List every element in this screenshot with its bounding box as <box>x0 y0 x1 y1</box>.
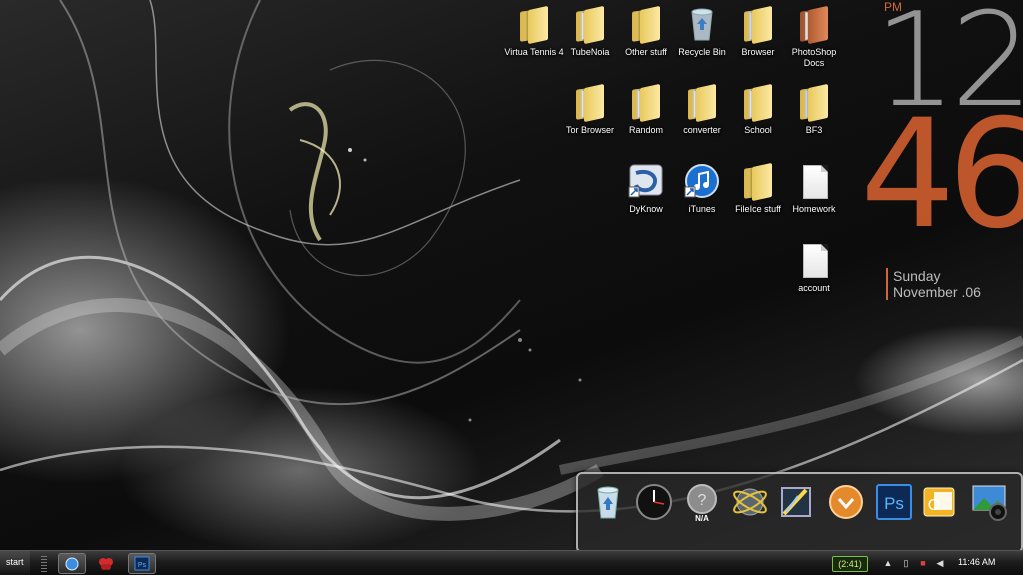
desktop-icon-label: account <box>798 283 830 293</box>
taskbar-butterfly-button[interactable] <box>92 553 120 574</box>
desktop-icon-tubenoia[interactable]: TubeNoia <box>560 5 620 58</box>
photoshop-icon-text: Ps <box>884 494 904 513</box>
svg-text:?: ? <box>698 492 707 509</box>
folder-icon <box>572 83 608 123</box>
taskbar-clock[interactable]: 11:46 AM <box>958 557 995 567</box>
desktop-icon-label: Virtua Tennis 4 <box>504 47 564 57</box>
drawing-app-icon <box>781 487 811 517</box>
desktop-icon-random[interactable]: Random <box>616 83 676 136</box>
dyknow-icon <box>628 163 664 199</box>
clock-gadget[interactable]: PM 12 46 Sunday November .06 <box>860 0 1023 310</box>
dock-item-photoshop[interactable]: Ps <box>874 482 914 522</box>
desktop-icon-label: PhotoShop Docs <box>791 47 837 68</box>
desktop-icon-converter[interactable]: converter <box>672 83 732 136</box>
clock-month-day: November .06 <box>893 284 981 300</box>
folder-icon <box>628 5 664 45</box>
dock-item-weather[interactable]: ? N/A <box>682 482 722 523</box>
desktop-icon-label: Recycle Bin <box>678 47 726 57</box>
taskbar-browser-button[interactable] <box>58 553 86 574</box>
clock-minutes: 46 <box>860 88 1023 262</box>
desktop-icon-school[interactable]: School <box>728 83 788 136</box>
desktop-icon-dyknow[interactable]: DyKnow <box>616 163 676 215</box>
desktop-icon-virtua-tennis[interactable]: Virtua Tennis 4 <box>504 5 564 58</box>
battery-timer[interactable]: (2:41) <box>832 556 868 572</box>
dock-item-network[interactable] <box>730 482 770 522</box>
photoshop-icon: Ps <box>876 484 912 520</box>
camera-photo-icon <box>972 485 1007 521</box>
document-icon <box>796 242 832 278</box>
document-icon <box>796 163 832 199</box>
browser-task-icon <box>65 557 79 571</box>
taskbar: start Ps (2:41) ▲ ▯ ■ ◀ 11:46 AM <box>0 550 1023 575</box>
desktop-icon-bf3[interactable]: BF3 <box>784 83 844 136</box>
dock-item-download-app[interactable] <box>826 482 866 522</box>
desktop-icon-label: FileIce stuff <box>735 204 781 214</box>
weather-icon: ? N/A <box>687 484 717 523</box>
desktop-icon-label: Random <box>628 125 664 135</box>
taskbar-photoshop-button[interactable]: Ps <box>128 553 156 574</box>
dock-item-outlook[interactable]: O <box>920 482 960 522</box>
desktop-icon-label: Homework <box>792 204 836 214</box>
desktop-icon-label: School <box>744 125 772 135</box>
start-button[interactable]: start <box>0 551 30 575</box>
power-plug-icon[interactable]: ▯ <box>901 558 911 568</box>
download-app-icon <box>829 485 863 519</box>
quicklaunch-grip[interactable] <box>41 556 47 572</box>
desktop-icon-label: DyKnow <box>629 204 663 214</box>
dock-item-recycle-bin[interactable] <box>588 482 628 522</box>
photoshop-task-text: Ps <box>138 562 147 569</box>
desktop-icon-label: Tor Browser <box>565 125 614 135</box>
tray-expand-arrow-icon[interactable]: ▲ <box>883 558 893 568</box>
desktop-icon-tor-browser[interactable]: Tor Browser <box>560 83 620 136</box>
desktop-icon-label: converter <box>683 125 721 135</box>
desktop-icon-photoshop-docs[interactable]: PhotoShop Docs <box>784 5 844 69</box>
weather-status-text: N/A <box>695 514 709 522</box>
clock-day: Sunday <box>893 268 941 284</box>
desktop[interactable]: Virtua Tennis 4 TubeNoia Other stuff Rec… <box>0 0 1023 575</box>
desktop-icon-label: Browser <box>741 47 775 57</box>
desktop-icon-label: Other stuff <box>625 47 667 57</box>
folder-icon <box>740 83 776 123</box>
network-alert-icon[interactable]: ■ <box>918 558 928 568</box>
clock-date: Sunday November .06 <box>886 268 981 300</box>
folder-icon <box>796 83 832 123</box>
dock-item-clock[interactable] <box>634 482 674 522</box>
butterfly-task-icon <box>99 558 113 570</box>
desktop-icon-browser[interactable]: Browser <box>728 5 788 58</box>
dock: ? N/A Ps O <box>576 472 1023 553</box>
desktop-icon-fileice-stuff[interactable]: FileIce stuff <box>728 162 788 215</box>
network-globe-icon <box>733 488 767 516</box>
recycle-bin-icon <box>597 486 619 519</box>
folder-icon <box>572 5 608 45</box>
clock-icon <box>636 484 672 520</box>
folder-icon <box>740 162 776 202</box>
photoshop-task-icon: Ps <box>134 556 150 571</box>
desktop-icon-label: BF3 <box>805 125 823 135</box>
folder-icon <box>796 5 832 45</box>
folder-icon <box>684 83 720 123</box>
desktop-icon-itunes[interactable]: iTunes <box>672 163 732 215</box>
desktop-icon-label: TubeNoia <box>570 47 610 57</box>
outlook-icon: O <box>923 487 955 517</box>
volume-icon[interactable]: ◀ <box>935 558 945 568</box>
dock-item-photo-camera[interactable] <box>970 482 1010 522</box>
desktop-icon-account[interactable]: account <box>784 242 844 294</box>
outlook-icon-text: O <box>928 497 940 514</box>
folder-icon <box>740 5 776 45</box>
desktop-icon-recycle-bin[interactable]: Recycle Bin <box>672 6 732 58</box>
desktop-icon-label: iTunes <box>688 204 716 214</box>
desktop-icon-other-stuff[interactable]: Other stuff <box>616 5 676 58</box>
itunes-icon <box>684 163 720 199</box>
dock-item-drawing[interactable] <box>776 482 816 522</box>
folder-icon <box>628 83 664 123</box>
folder-icon <box>516 5 552 45</box>
system-tray: (2:41) ▲ ▯ ■ ◀ 11:46 AM <box>825 551 1023 575</box>
desktop-icon-homework[interactable]: Homework <box>784 163 844 215</box>
recycle-bin-icon <box>684 6 720 42</box>
